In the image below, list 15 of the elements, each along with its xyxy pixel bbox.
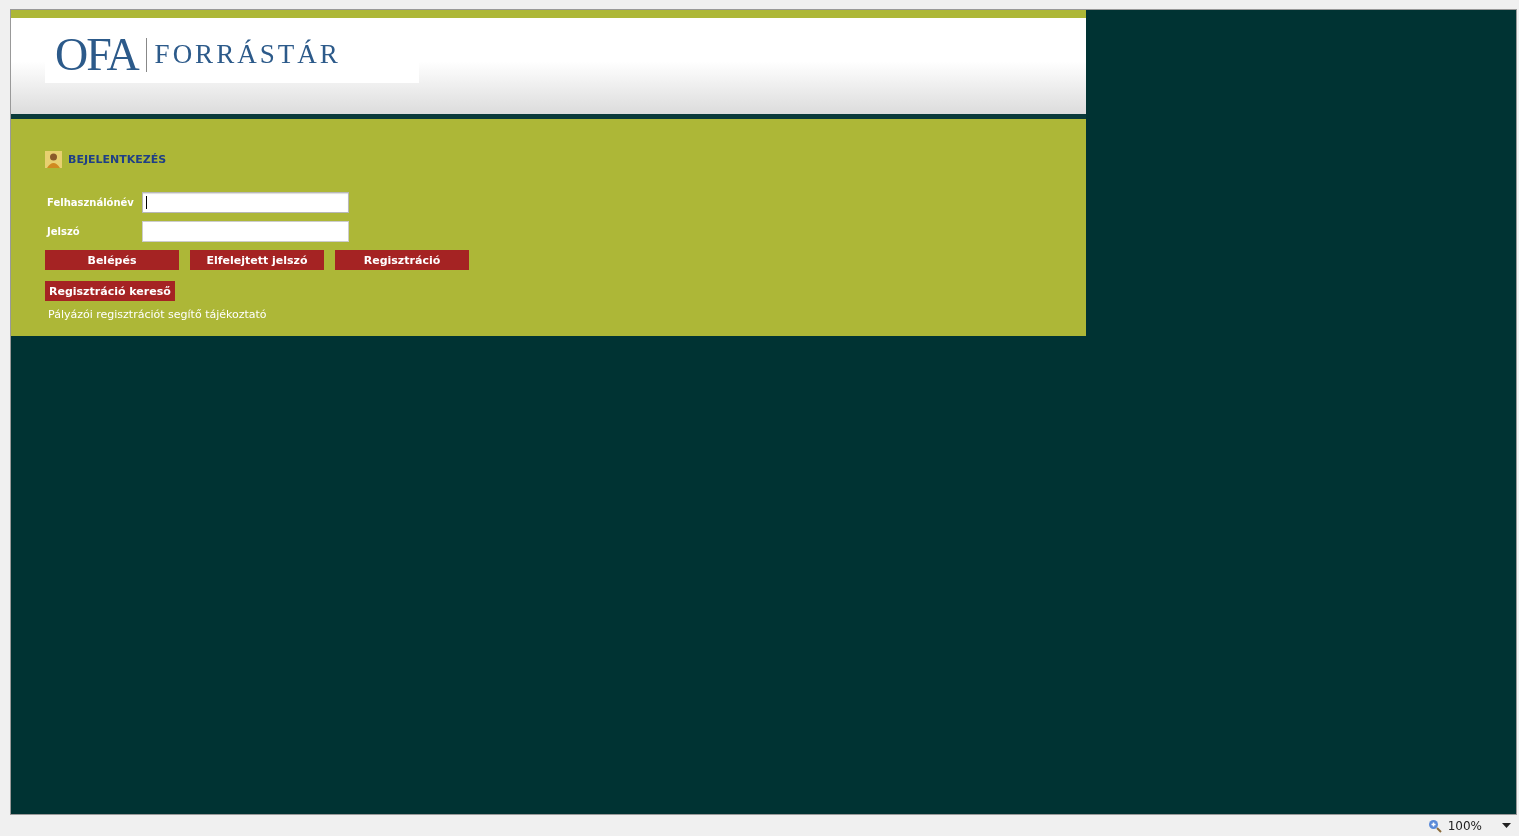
logo-mark: OFA [55, 31, 138, 78]
input-field[interactable] [142, 192, 349, 213]
form-button[interactable]: Elfelejtett jelszó [190, 250, 324, 270]
logo-text: FORRÁSTÁR [154, 39, 341, 70]
section-title: BEJELENTKEZÉS [68, 153, 167, 166]
field-label: Jelszó [45, 226, 81, 237]
user-icon [45, 151, 62, 168]
search-registration-button[interactable]: Regisztráció kereső [45, 281, 175, 301]
field-label: Felhasználónév [46, 197, 135, 208]
form-button[interactable]: Belépés [45, 250, 179, 270]
form-button[interactable]: Regisztráció [335, 250, 469, 270]
zoom-icon[interactable] [1427, 818, 1442, 833]
input-field[interactable] [142, 221, 349, 242]
caret-icon[interactable] [1502, 823, 1511, 828]
zoom-level: 100% [1447, 818, 1482, 833]
